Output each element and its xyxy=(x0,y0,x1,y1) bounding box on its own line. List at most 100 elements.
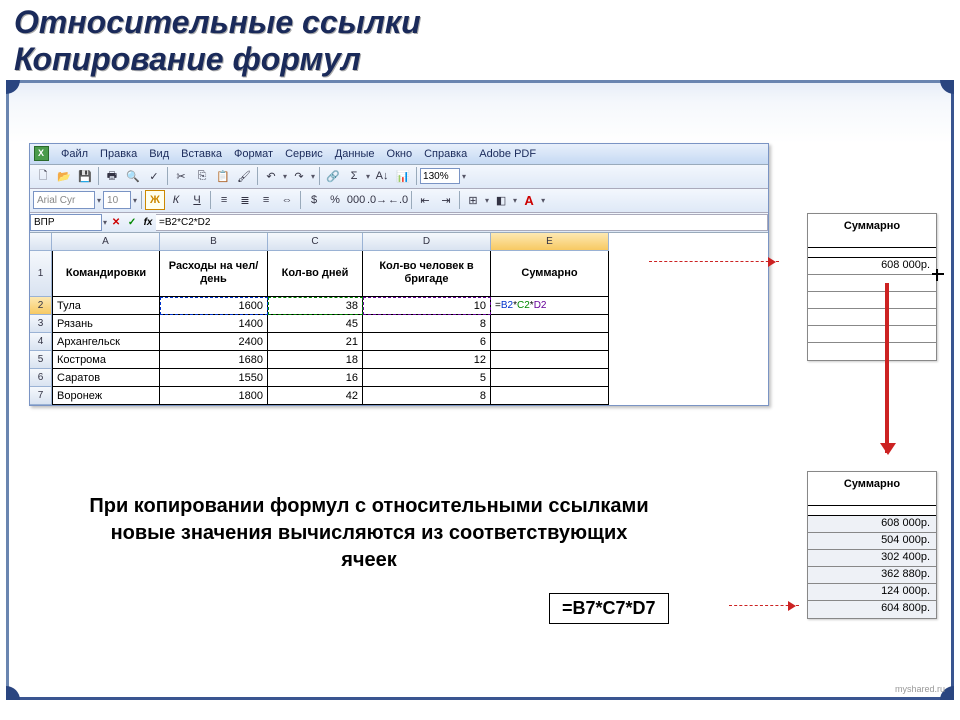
cell-E2[interactable]: =B2*C2*D2 xyxy=(491,297,609,315)
header-D[interactable]: Кол-во человек в бригаде xyxy=(363,251,491,297)
sort-icon[interactable]: A↓ xyxy=(372,166,392,186)
fx-button[interactable]: fx xyxy=(140,217,156,228)
cell-C5[interactable]: 18 xyxy=(268,351,363,369)
open-icon[interactable]: 📂 xyxy=(54,166,74,186)
formula-accept-icon[interactable]: ✓ xyxy=(124,217,140,228)
zoom-box[interactable]: 130% xyxy=(420,168,460,184)
border-icon[interactable]: ⊞ xyxy=(463,190,483,210)
row-6[interactable]: 6 xyxy=(30,369,52,387)
cell-E7[interactable] xyxy=(491,387,609,405)
col-A[interactable]: A xyxy=(52,233,160,251)
preview-icon[interactable]: 🔍 xyxy=(123,166,143,186)
align-center-icon[interactable]: ≣ xyxy=(235,190,255,210)
cell-C6[interactable]: 16 xyxy=(268,369,363,387)
cell-C4[interactable]: 21 xyxy=(268,333,363,351)
sigma-icon[interactable]: Σ xyxy=(344,166,364,186)
cell-A2[interactable]: Тула xyxy=(52,297,160,315)
indent-dec-icon[interactable]: ⇤ xyxy=(415,190,435,210)
cell-A5[interactable]: Кострома xyxy=(52,351,160,369)
align-right-icon[interactable]: ≡ xyxy=(256,190,276,210)
merge-icon[interactable]: ⇔ xyxy=(277,190,297,210)
header-B[interactable]: Расходы на чел/день xyxy=(160,251,268,297)
menu-edit[interactable]: Правка xyxy=(94,148,143,160)
row-2[interactable]: 2 xyxy=(30,297,52,315)
percent-icon[interactable]: % xyxy=(325,190,345,210)
menu-data[interactable]: Данные xyxy=(329,148,381,160)
copy-icon[interactable]: ⎘ xyxy=(192,166,212,186)
underline-button[interactable]: Ч xyxy=(187,190,207,210)
cell-B6[interactable]: 1550 xyxy=(160,369,268,387)
fill-handle-icon[interactable] xyxy=(932,269,946,283)
menu-window[interactable]: Окно xyxy=(381,148,419,160)
bold-button[interactable]: Ж xyxy=(145,190,165,210)
spell-icon[interactable]: ✓ xyxy=(144,166,164,186)
redo-icon[interactable]: ↷ xyxy=(289,166,309,186)
brush-icon[interactable]: 🖌 xyxy=(234,166,254,186)
menu-help[interactable]: Справка xyxy=(418,148,473,160)
font-color-icon[interactable]: A xyxy=(519,190,539,210)
indent-inc-icon[interactable]: ⇥ xyxy=(436,190,456,210)
row-1[interactable]: 1 xyxy=(30,251,52,297)
row-5[interactable]: 5 xyxy=(30,351,52,369)
cell-B3[interactable]: 1400 xyxy=(160,315,268,333)
chart-icon[interactable]: 📊 xyxy=(393,166,413,186)
cell-D3[interactable]: 8 xyxy=(363,315,491,333)
print-icon[interactable]: 🖶 xyxy=(102,166,122,186)
cell-D2[interactable]: 10 xyxy=(363,297,491,315)
row-3[interactable]: 3 xyxy=(30,315,52,333)
header-E[interactable]: Суммарно xyxy=(491,251,609,297)
formula-cancel-icon[interactable]: ✕ xyxy=(108,217,124,228)
header-C[interactable]: Кол-во дней xyxy=(268,251,363,297)
cell-A4[interactable]: Архангельск xyxy=(52,333,160,351)
menu-insert[interactable]: Вставка xyxy=(175,148,228,160)
menu-file[interactable]: Файл xyxy=(55,148,94,160)
comma-icon[interactable]: 000 xyxy=(346,190,366,210)
cell-D7[interactable]: 8 xyxy=(363,387,491,405)
menu-service[interactable]: Сервис xyxy=(279,148,329,160)
menu-format[interactable]: Формат xyxy=(228,148,279,160)
cell-E6[interactable] xyxy=(491,369,609,387)
select-all-cell[interactable] xyxy=(30,233,52,251)
cell-E4[interactable] xyxy=(491,333,609,351)
undo-icon[interactable]: ↶ xyxy=(261,166,281,186)
cell-A7[interactable]: Воронеж xyxy=(52,387,160,405)
menu-adobe[interactable]: Adobe PDF xyxy=(473,148,542,160)
col-E[interactable]: E xyxy=(491,233,609,251)
fill-color-icon[interactable]: ◧ xyxy=(491,190,511,210)
cell-D5[interactable]: 12 xyxy=(363,351,491,369)
col-B[interactable]: B xyxy=(160,233,268,251)
new-icon[interactable]: 🗋 xyxy=(33,166,53,186)
row-4[interactable]: 4 xyxy=(30,333,52,351)
menu-view[interactable]: Вид xyxy=(143,148,175,160)
link-icon[interactable]: 🔗 xyxy=(323,166,343,186)
cell-D4[interactable]: 6 xyxy=(363,333,491,351)
header-A[interactable]: Командировки xyxy=(52,251,160,297)
col-C[interactable]: C xyxy=(268,233,363,251)
paste-icon[interactable]: 📋 xyxy=(213,166,233,186)
cell-B5[interactable]: 1680 xyxy=(160,351,268,369)
dec-dec-icon[interactable]: ←.0 xyxy=(388,190,408,210)
row-7[interactable]: 7 xyxy=(30,387,52,405)
save-icon[interactable]: 💾 xyxy=(75,166,95,186)
currency-icon[interactable]: $ xyxy=(304,190,324,210)
cut-icon[interactable]: ✂ xyxy=(171,166,191,186)
cell-E5[interactable] xyxy=(491,351,609,369)
cell-C2[interactable]: 38 xyxy=(268,297,363,315)
cell-D6[interactable]: 5 xyxy=(363,369,491,387)
formula-input[interactable]: =B2*C2*D2 xyxy=(156,214,768,231)
col-D[interactable]: D xyxy=(363,233,491,251)
spreadsheet-grid[interactable]: A B C D E 1 Командировки Расходы на чел/… xyxy=(30,233,768,405)
cell-C3[interactable]: 45 xyxy=(268,315,363,333)
name-box[interactable]: ВПР xyxy=(30,214,102,231)
cell-C7[interactable]: 42 xyxy=(268,387,363,405)
cell-B2[interactable]: 1600 xyxy=(160,297,268,315)
cell-B4[interactable]: 2400 xyxy=(160,333,268,351)
cell-E3[interactable] xyxy=(491,315,609,333)
cell-A6[interactable]: Саратов xyxy=(52,369,160,387)
italic-button[interactable]: К xyxy=(166,190,186,210)
font-selector[interactable]: Arial Cyr xyxy=(33,191,95,209)
cell-B7[interactable]: 1800 xyxy=(160,387,268,405)
dec-inc-icon[interactable]: .0→ xyxy=(367,190,387,210)
align-left-icon[interactable]: ≡ xyxy=(214,190,234,210)
cell-A3[interactable]: Рязань xyxy=(52,315,160,333)
